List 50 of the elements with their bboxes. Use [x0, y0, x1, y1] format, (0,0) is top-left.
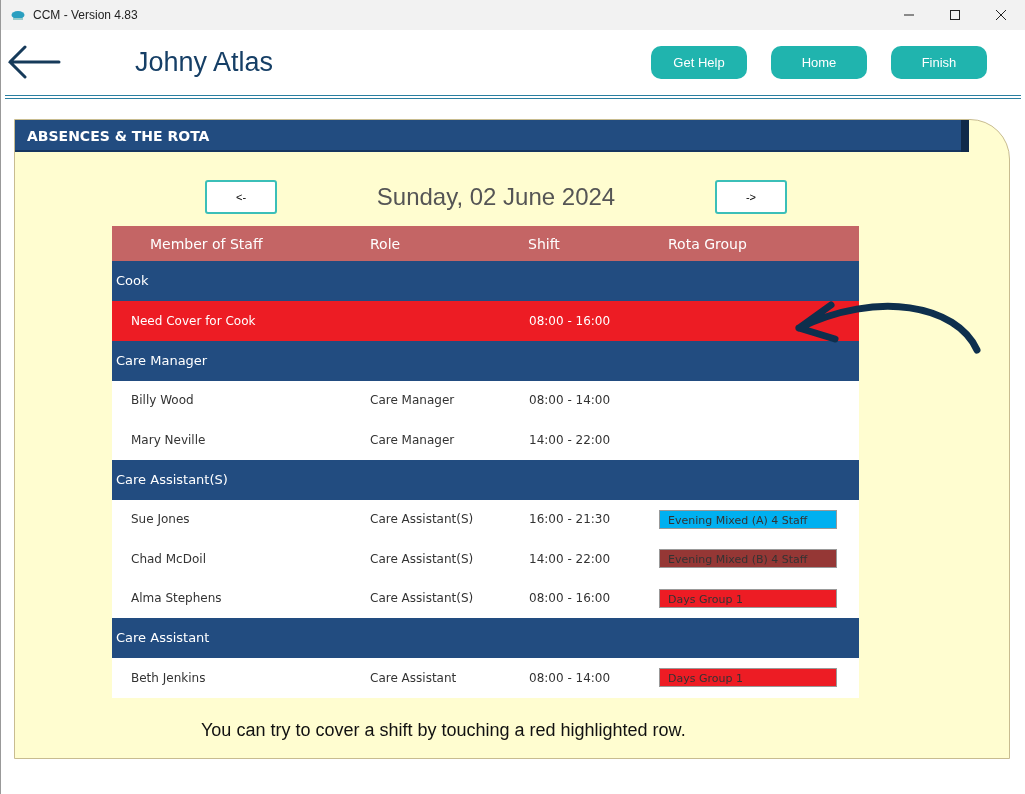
date-label: Sunday, 02 June 2024: [376, 183, 616, 211]
staff-row[interactable]: Billy Wood Care Manager 08:00 - 14:00: [112, 380, 859, 420]
role-text: Care Assistant(S): [370, 512, 474, 527]
staff-row[interactable]: Alma Stephens Care Assistant(S) 08:00 - 16:00 Days Group 1: [112, 578, 859, 618]
shift-time: 14:00 - 22:00: [529, 551, 612, 566]
staff-name: Sue Jones: [130, 512, 191, 527]
column-header: Shift: [528, 235, 561, 252]
group-header-row: Care Assistant(S): [112, 459, 859, 500]
staff-name: Mary Neville: [130, 432, 207, 447]
cloud-icon: [11, 9, 25, 21]
staff-name: Need Cover for Cook: [130, 313, 257, 328]
role-text: Care Assistant(S): [370, 591, 474, 606]
maximize-icon[interactable]: [949, 9, 961, 21]
staff-row[interactable]: Beth Jenkins Care Assistant 08:00 - 14:00 Days Group 1: [112, 658, 859, 698]
staff-name: Alma Stephens: [130, 591, 223, 606]
rota-group-tag: Evening Mixed (B) 4 Staff: [659, 549, 837, 569]
staff-name: Chad McDoil: [130, 551, 207, 566]
rota-group-tag: Evening Mixed (A) 4 Staff: [659, 509, 837, 529]
shift-time: 08:00 - 16:00: [529, 591, 612, 606]
staff-name: Billy Wood: [130, 393, 195, 408]
rota-group-tag: Days Group 1: [659, 588, 837, 608]
staff-row[interactable]: Mary Neville Care Manager 14:00 - 22:00: [112, 420, 859, 460]
previous-day-button[interactable]: <-: [205, 180, 277, 214]
column-header: Member of Staff: [150, 235, 264, 252]
column-header: Rota Group: [668, 235, 747, 252]
role-text: Care Assistant: [370, 670, 457, 685]
group-header-row: Care Manager: [112, 340, 859, 381]
staff-name: Beth Jenkins: [130, 670, 207, 685]
group-header-row: Cook: [112, 261, 859, 301]
shift-time: 08:00 - 14:00: [529, 393, 612, 408]
back-arrow-icon[interactable]: [7, 45, 61, 79]
shift-time: 16:00 - 21:30: [529, 512, 612, 527]
window-title: CCM - Version 4.83: [33, 8, 138, 22]
close-icon[interactable]: [995, 9, 1007, 21]
hint-text: You can try to cover a shift by touching a red highlighted row.: [201, 719, 687, 741]
section-title: ABSENCES & THE ROTA: [15, 120, 969, 152]
next-day-button[interactable]: ->: [715, 180, 787, 214]
staff-row[interactable]: Chad McDoil Care Assistant(S) 14:00 - 22:00 Evening Mixed (B) 4 Staff: [112, 539, 859, 579]
staff-row[interactable]: Sue Jones Care Assistant(S) 16:00 - 21:30 Evening Mixed (A) 4 Staff: [112, 499, 859, 539]
role-text: Care Assistant(S): [370, 551, 474, 566]
role-text: Care Manager: [370, 432, 455, 447]
group-header-row: Care Assistant: [112, 618, 859, 658]
shift-time: 14:00 - 22:00: [529, 432, 612, 447]
user-name: Johny Atlas: [135, 46, 274, 78]
role-text: Care Manager: [370, 393, 455, 408]
column-header: Role: [370, 235, 402, 252]
shift-time: 08:00 - 16:00: [529, 313, 612, 328]
shift-time: 08:00 - 14:00: [529, 670, 612, 685]
staff-row[interactable]: Need Cover for Cook 08:00 - 16:00: [112, 301, 859, 341]
rota-group-tag: Days Group 1: [659, 668, 837, 688]
